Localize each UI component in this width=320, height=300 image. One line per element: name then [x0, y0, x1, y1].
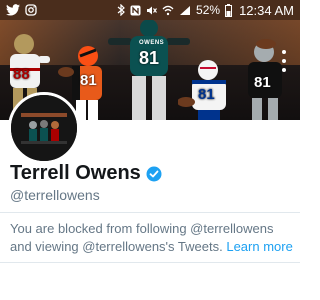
wifi-icon	[162, 3, 174, 17]
clock: 12:34 AM	[239, 2, 294, 18]
more-vertical-icon[interactable]	[280, 50, 288, 72]
signal-icon	[179, 3, 191, 17]
jersey-number: 81	[139, 48, 160, 68]
twitter-icon	[6, 3, 20, 17]
divider	[0, 262, 300, 263]
learn-more-link[interactable]: Learn more	[226, 239, 292, 254]
bluetooth-icon	[117, 3, 125, 17]
mute-icon	[146, 3, 157, 17]
jersey-number: 88	[13, 66, 30, 83]
status-right: 52% 12:34 AM	[117, 3, 294, 18]
jersey-number: 81	[198, 86, 215, 103]
battery-percent: 52%	[196, 3, 221, 17]
jersey-number: 81	[80, 72, 97, 89]
nfc-icon	[130, 3, 141, 17]
display-name: Terrell Owens	[10, 162, 141, 184]
jersey-name: OWENS	[139, 40, 165, 46]
profile-handle: @terrellowens	[10, 187, 100, 203]
status-bar: 52% 12:34 AM	[0, 0, 300, 20]
verified-badge-icon	[146, 166, 162, 182]
battery-icon	[225, 3, 233, 17]
avatar[interactable]	[8, 92, 80, 164]
divider	[0, 212, 300, 213]
profile-name-row: Terrell Owens	[10, 162, 162, 185]
instagram-icon	[25, 3, 37, 17]
blocked-notice: You are blocked from following @terrello…	[10, 220, 295, 256]
jersey-number: 81	[254, 74, 271, 91]
banner-player-bills: 81	[178, 58, 236, 120]
status-left	[6, 3, 37, 17]
